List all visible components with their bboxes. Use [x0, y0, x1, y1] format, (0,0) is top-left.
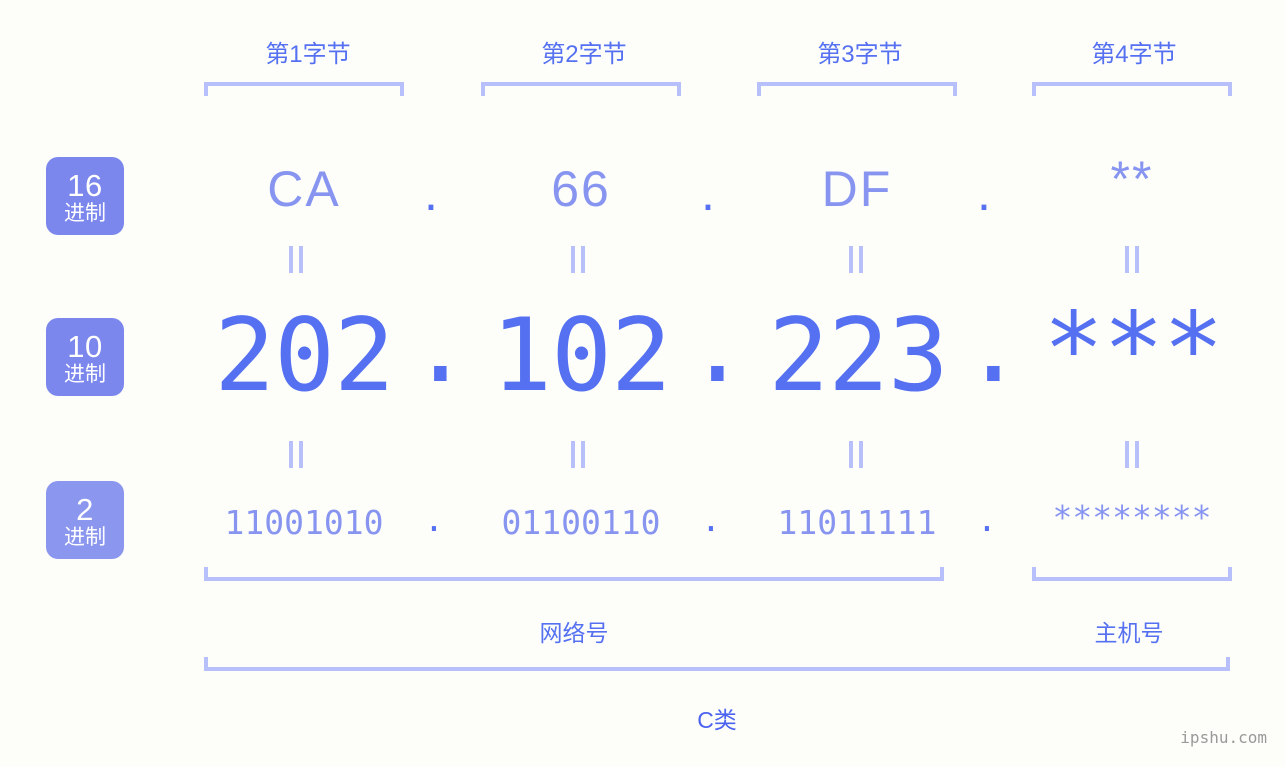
byte-bracket-1	[204, 82, 404, 96]
decimal-separator-2: .	[687, 287, 748, 405]
base-badge-hex: 16 进制	[46, 157, 124, 235]
binary-separator-2: .	[701, 500, 721, 539]
hex-separator-1: .	[424, 165, 438, 221]
equals-mark-dec-bin-3	[848, 441, 864, 468]
byte-header-2: 第2字节	[541, 41, 627, 68]
site-watermark: ipshu.com	[1180, 728, 1267, 747]
host-section-label: 主机号	[1094, 620, 1164, 646]
decimal-separator-3: .	[963, 287, 1024, 405]
equals-mark-dec-bin-1	[288, 441, 304, 468]
equals-mark-hex-dec-1	[288, 246, 304, 273]
binary-octet-1: 11001010	[224, 503, 384, 542]
hex-octet-4: **	[1110, 151, 1154, 207]
equals-mark-hex-dec-3	[848, 246, 864, 273]
equals-mark-hex-dec-2	[570, 246, 586, 273]
decimal-octet-2: 102	[491, 296, 671, 414]
hex-octet-3: DF	[821, 161, 893, 217]
network-section-label: 网络号	[539, 620, 609, 646]
binary-separator-3: .	[977, 500, 997, 539]
equals-mark-hex-dec-4	[1124, 246, 1140, 273]
base-badge-decimal-number: 10	[67, 329, 103, 364]
decimal-separator-1: .	[410, 287, 471, 405]
hex-separator-2: .	[701, 165, 715, 221]
binary-octet-3: 11011111	[777, 503, 937, 542]
decimal-octet-3: 223	[768, 296, 948, 414]
byte-header-3: 第3字节	[817, 41, 903, 68]
hex-octet-1: CA	[267, 161, 341, 217]
byte-bracket-2	[481, 82, 681, 96]
base-badge-hex-system: 进制	[64, 202, 106, 225]
base-badge-decimal: 10 进制	[46, 318, 124, 396]
base-badge-binary: 2 进制	[46, 481, 124, 559]
base-badge-binary-system: 进制	[64, 526, 106, 549]
decimal-octet-1: 202	[214, 296, 394, 414]
ip-address-breakdown-diagram: 第1字节 第2字节 第3字节 第4字节 16 进制 10 进制 2 进制 CA …	[0, 0, 1285, 767]
byte-bracket-4	[1032, 82, 1232, 96]
equals-mark-dec-bin-2	[570, 441, 586, 468]
ip-class-label: C类	[697, 707, 737, 733]
base-badge-hex-number: 16	[67, 168, 103, 203]
byte-header-1: 第1字节	[265, 41, 351, 68]
hex-separator-3: .	[977, 165, 991, 221]
byte-header-4: 第4字节	[1091, 41, 1177, 68]
equals-mark-dec-bin-4	[1124, 441, 1140, 468]
binary-octet-2: 01100110	[501, 503, 661, 542]
host-bracket	[1032, 567, 1232, 581]
decimal-octet-4: ***	[1043, 290, 1223, 408]
base-badge-decimal-system: 进制	[64, 363, 106, 386]
network-bracket	[204, 567, 944, 581]
base-badge-binary-number: 2	[76, 492, 94, 527]
binary-separator-1: .	[424, 500, 444, 539]
ip-class-bracket	[204, 657, 1230, 671]
hex-octet-2: 66	[551, 161, 611, 217]
binary-octet-4: ********	[1052, 498, 1212, 537]
byte-bracket-3	[757, 82, 957, 96]
